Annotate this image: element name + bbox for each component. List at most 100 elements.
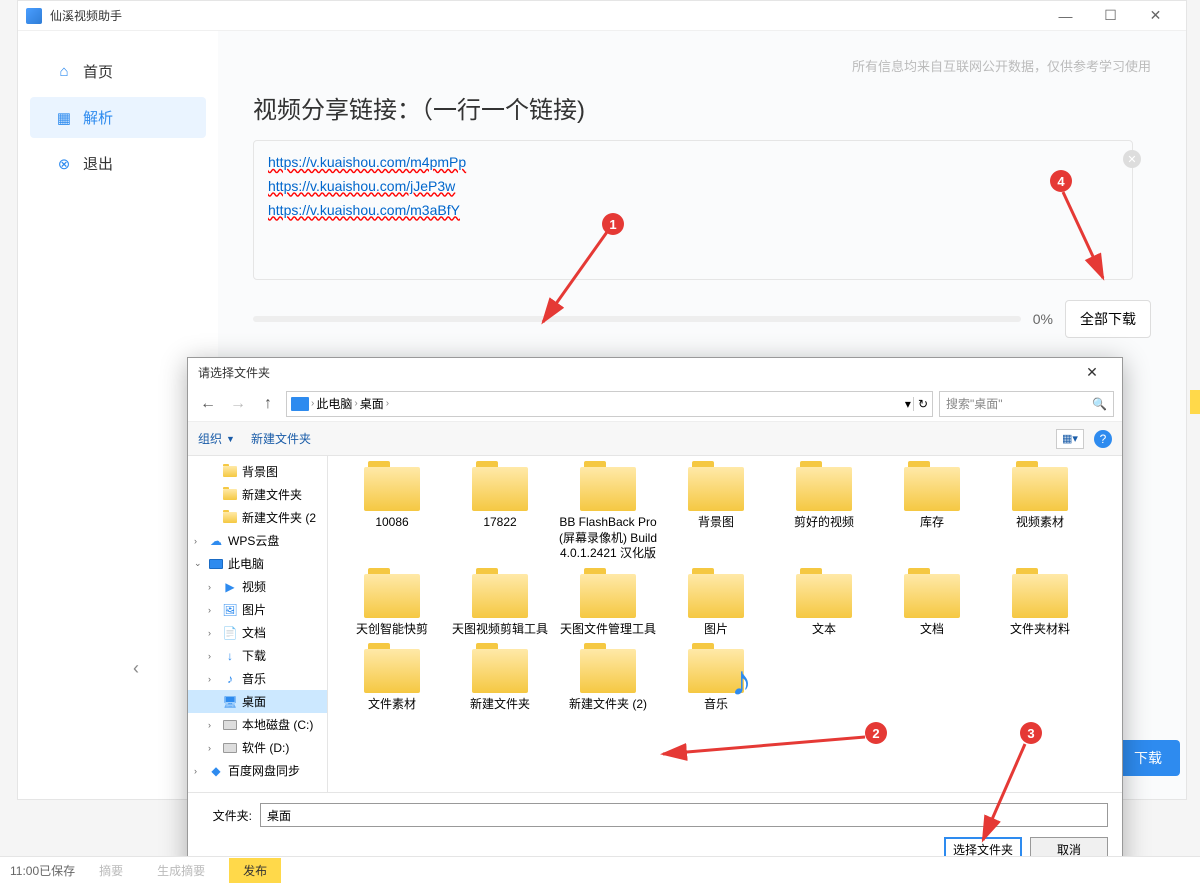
close-button[interactable]: ✕ <box>1133 1 1178 31</box>
window-controls: — ☐ ✕ <box>1043 1 1178 31</box>
minimize-button[interactable]: — <box>1043 1 1088 31</box>
breadcrumb-item[interactable]: 此电脑 <box>316 395 352 412</box>
folder-item[interactable]: 图片 <box>662 568 770 644</box>
search-input[interactable]: 搜索"桌面" 🔍 <box>939 391 1114 417</box>
file-grid[interactable]: 1008617822BB FlashBack Pro(屏幕录像机) Build … <box>328 456 1122 792</box>
tree-item[interactable]: 背景图 <box>188 460 327 483</box>
folder-item[interactable]: 文本 <box>770 568 878 644</box>
folder-label: 天创智能快剪 <box>356 622 428 638</box>
publish-button[interactable]: 发布 <box>229 858 281 883</box>
sidebar-item-home[interactable]: ⌂ 首页 <box>30 51 206 92</box>
tree-item[interactable]: ›▶视频 <box>188 575 327 598</box>
tree-item[interactable]: 🖥桌面 <box>188 690 327 713</box>
folder-item[interactable]: 文档 <box>878 568 986 644</box>
folder-item[interactable]: 新建文件夹 <box>446 643 554 719</box>
tree-item[interactable]: 新建文件夹 <box>188 483 327 506</box>
tree-item-label: 新建文件夹 (2 <box>242 509 316 526</box>
summary-tab[interactable]: 摘要 <box>89 858 133 883</box>
folder-label: 天图视频剪辑工具 <box>452 622 548 638</box>
sidebar-item-label: 解析 <box>83 107 113 128</box>
folder-item[interactable]: 天图文件管理工具 <box>554 568 662 644</box>
maximize-button[interactable]: ☐ <box>1088 1 1133 31</box>
tree-item[interactable]: ⌄此电脑 <box>188 552 327 575</box>
nav-forward-button[interactable]: → <box>226 392 250 416</box>
folder-item[interactable]: BB FlashBack Pro(屏幕录像机) Build 4.0.1.2421… <box>554 461 662 568</box>
tree-item-label: 新建文件夹 <box>242 486 302 503</box>
tree-item[interactable]: › 软件 (D:) <box>188 736 327 759</box>
tree-item[interactable]: 新建文件夹 (2 <box>188 506 327 529</box>
folder-name-input[interactable] <box>260 803 1108 827</box>
tree-item[interactable]: ›◆百度网盘同步 <box>188 759 327 782</box>
breadcrumb[interactable]: › 此电脑 › 桌面 › ▾↻ <box>286 391 933 417</box>
folder-item[interactable]: 视频素材 <box>986 461 1094 568</box>
download-all-button[interactable]: 全部下载 <box>1065 300 1151 338</box>
download-icon: ↓ <box>222 649 238 663</box>
folder-item[interactable]: 音乐 <box>662 643 770 719</box>
music-icon: ♪ <box>222 672 238 686</box>
sidebar-collapse-toggle[interactable]: ‹ <box>113 638 159 699</box>
annotation-badge-4: 4 <box>1050 170 1072 192</box>
folder-item[interactable]: 剪好的视频 <box>770 461 878 568</box>
url-line: https://v.kuaishou.com/m3aBfY <box>268 202 460 218</box>
breadcrumb-dropdown[interactable]: ▾↻ <box>905 397 928 411</box>
url-textarea[interactable]: https://v.kuaishou.com/m4pmPp https://v.… <box>253 140 1133 280</box>
chevron-right-icon: › <box>311 398 314 409</box>
folder-label: 文件夹材料 <box>1010 622 1070 638</box>
tree-item[interactable]: ›↓下载 <box>188 644 327 667</box>
chevron-right-icon: › <box>354 398 357 409</box>
dialog-body: 背景图新建文件夹新建文件夹 (2›☁WPS云盘⌄此电脑›▶视频›🖼图片›📄文档›… <box>188 456 1122 792</box>
folder-icon <box>796 467 852 511</box>
folder-item[interactable]: 新建文件夹 (2) <box>554 643 662 719</box>
folder-tree[interactable]: 背景图新建文件夹新建文件夹 (2›☁WPS云盘⌄此电脑›▶视频›🖼图片›📄文档›… <box>188 456 328 792</box>
url-textarea-wrap: https://v.kuaishou.com/m4pmPp https://v.… <box>253 140 1151 280</box>
progress-bar <box>253 316 1021 322</box>
folder-item[interactable]: 文件素材 <box>338 643 446 719</box>
folder-field-label: 文件夹: <box>202 807 252 824</box>
new-folder-button[interactable]: 新建文件夹 <box>251 430 311 447</box>
folder-item[interactable]: 文件夹材料 <box>986 568 1094 644</box>
tree-item[interactable]: ›🖼图片 <box>188 598 327 621</box>
folder-label: 剪好的视频 <box>794 515 854 531</box>
gen-summary-tab[interactable]: 生成摘要 <box>147 858 215 883</box>
folder-item[interactable]: 17822 <box>446 461 554 568</box>
exit-icon: ⊗ <box>55 155 73 173</box>
folder-item[interactable]: 背景图 <box>662 461 770 568</box>
dialog-close-button[interactable]: ✕ <box>1072 364 1112 381</box>
app-icon <box>26 8 42 24</box>
parse-icon: ▦ <box>55 109 73 127</box>
url-line: https://v.kuaishou.com/m4pmPp <box>268 154 466 170</box>
folder-icon <box>580 574 636 618</box>
sidebar-item-parse[interactable]: ▦ 解析 <box>30 97 206 138</box>
clear-button[interactable]: ✕ <box>1123 150 1141 168</box>
caret-icon: ⌄ <box>194 558 204 569</box>
breadcrumb-item[interactable]: 桌面 <box>360 395 384 412</box>
caret-icon: › <box>208 582 218 592</box>
search-placeholder: 搜索"桌面" <box>946 395 1003 412</box>
organize-menu[interactable]: 组织▼ <box>198 430 235 447</box>
caret-icon: › <box>208 628 218 638</box>
tree-item[interactable]: ›📄文档 <box>188 621 327 644</box>
nav-back-button[interactable]: ← <box>196 392 220 416</box>
folder-item[interactable]: 天创智能快剪 <box>338 568 446 644</box>
tree-item[interactable]: ›♪音乐 <box>188 667 327 690</box>
disk-icon <box>222 741 238 755</box>
download-button[interactable]: 下载 <box>1116 740 1180 776</box>
folder-item[interactable]: 库存 <box>878 461 986 568</box>
tree-item[interactable]: ›本地磁盘 (C:) <box>188 713 327 736</box>
sidebar-item-label: 首页 <box>83 61 113 82</box>
caret-icon: › <box>208 605 218 615</box>
tree-item-label: 软件 (D:) <box>242 739 289 756</box>
folder-label: BB FlashBack Pro(屏幕录像机) Build 4.0.1.2421… <box>558 515 658 562</box>
url-line: https://v.kuaishou.com/jJeP3w <box>268 178 455 194</box>
folder-item[interactable]: 天图视频剪辑工具 <box>446 568 554 644</box>
caret-icon: › <box>194 766 204 776</box>
view-mode-button[interactable]: ▦▾ <box>1056 429 1084 449</box>
tree-item[interactable]: ›☁WPS云盘 <box>188 529 327 552</box>
sidebar-item-exit[interactable]: ⊗ 退出 <box>30 143 206 184</box>
folder-icon <box>222 488 238 502</box>
caret-icon: › <box>208 743 218 753</box>
folder-icon <box>222 511 238 525</box>
nav-up-button[interactable]: ↑ <box>256 392 280 416</box>
help-button[interactable]: ? <box>1094 430 1112 448</box>
folder-item[interactable]: 10086 <box>338 461 446 568</box>
